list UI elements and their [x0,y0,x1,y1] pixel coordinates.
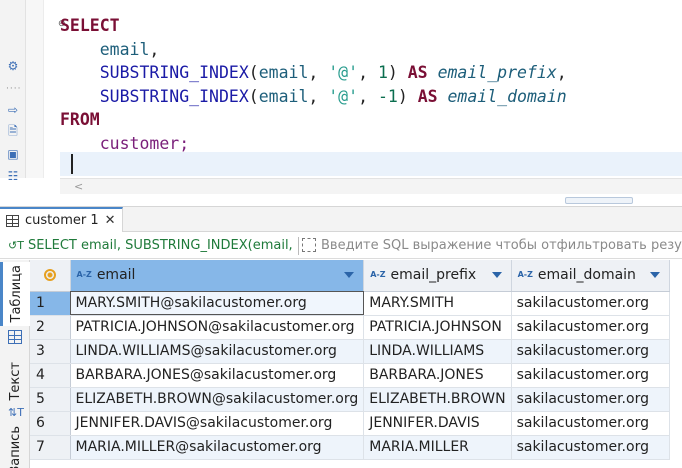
scroll-left-icon[interactable]: < [74,179,83,194]
cell-email-domain[interactable]: sakilacustomer.org [511,291,670,316]
cell-email[interactable]: MARIA.MILLER@sakilacustomer.org [70,435,365,460]
cell-email-domain[interactable]: sakilacustomer.org [511,387,670,412]
tab-customer-1[interactable]: customer 1 ✕ [0,207,123,232]
cell-email-prefix[interactable]: JENNIFER.DAVIS [363,411,512,436]
string-type-icon: A-Z [76,270,92,280]
row-number[interactable]: 2 [30,315,71,340]
filter-bar: ↺T SELECT email, SUBSTRING_INDEX(email, [0,233,682,259]
result-tab-bar: customer 1 ✕ [0,206,682,232]
view-mode-tabs: Таблица Текст ⇅T Запись [0,260,30,468]
sort-dropdown-icon[interactable] [649,272,660,278]
string-type-icon: A-Z [370,270,386,280]
table-grid-icon [6,214,19,227]
cell-email[interactable]: BARBARA.JONES@sakilacustomer.org [70,363,365,388]
table-row[interactable]: 3 LINDA.WILLIAMS@sakilacustomer.org LIND… [30,339,670,364]
cell-email[interactable]: ELIZABETH.BROWN@sakilacustomer.org [70,387,365,412]
row-number[interactable]: 7 [30,435,71,460]
column-header-email[interactable]: A-Z email [70,260,365,292]
table-row[interactable]: 7 MARIA.MILLER@sakilacustomer.org MARIA.… [30,435,670,460]
editor-toolbar: ⚙ ···· ⇨ 🗎 ▣ ☷ [0,0,26,183]
alias-email-prefix: email_prefix [437,63,557,82]
alias-email-domain: email_domain [447,86,567,106]
cell-email-prefix[interactable]: MARIA.MILLER [363,435,512,460]
table-row[interactable]: 2 PATRICIA.JOHNSON@sakilacustomer.org PA… [30,315,670,340]
cell-email-prefix[interactable]: MARY.SMITH [363,291,512,316]
cell-email[interactable]: LINDA.WILLIAMS@sakilacustomer.org [70,339,365,364]
table-row[interactable]: 4 BARBARA.JONES@sakilacustomer.org BARBA… [30,363,670,388]
current-line-highlight [60,152,682,176]
function-substring-index: SUBSTRING_INDEX [99,63,249,82]
filter-expand-icon[interactable] [302,238,316,252]
keyword-select: SELECT [60,16,120,35]
gear-icon[interactable]: ⚙ [5,58,21,74]
table-customer: customer [99,133,180,153]
cell-email-prefix[interactable]: LINDA.WILLIAMS [363,339,512,364]
structure-icon[interactable]: ☷ [5,168,21,184]
cell-email-prefix[interactable]: ELIZABETH.BROWN [363,387,512,412]
row-number[interactable]: 1 [30,291,71,316]
column-header-email-prefix[interactable]: A-Z email_prefix [363,260,512,292]
cell-email[interactable]: MARY.SMITH@sakilacustomer.org [70,291,365,316]
panel-splitter-handle[interactable] [565,197,633,204]
cell-email-domain[interactable]: sakilacustomer.org [511,363,670,388]
row-number[interactable]: 4 [30,363,71,388]
row-number[interactable]: 6 [30,411,71,436]
cell-email-domain[interactable]: sakilacustomer.org [511,315,670,340]
tab-record-view[interactable]: Запись [0,426,30,468]
query-text-label[interactable]: ↺T SELECT email, SUBSTRING_INDEX(email, [0,238,298,253]
code-text[interactable]: SELECT email, SUBSTRING_INDEX(email, '@'… [60,14,567,155]
tab-table-view[interactable]: Таблица [0,262,30,326]
text-caret [71,154,73,174]
text-view-icon[interactable]: ⇅T [8,406,24,420]
tab-label: customer 1 [25,213,99,228]
grid-corner[interactable] [30,260,71,292]
table-row[interactable]: 5 ELIZABETH.BROWN@sakilacustomer.org ELI… [30,387,670,412]
sql-query-icon: ↺T [8,239,24,252]
row-selector-icon [43,269,56,282]
table-row[interactable]: 1 MARY.SMITH@sakilacustomer.org MARY.SMI… [30,291,670,316]
row-number[interactable]: 5 [30,387,71,412]
file-icon[interactable]: 🗎 [5,124,21,140]
editor-horizontal-scrollbar[interactable]: < [60,178,682,194]
cell-email-domain[interactable]: sakilacustomer.org [511,339,670,364]
table-grid-icon[interactable] [8,330,22,344]
execute-script-icon[interactable]: ⇨ [5,102,21,118]
keyword-from: FROM [60,110,100,129]
row-number[interactable]: 3 [30,339,71,364]
sort-dropdown-icon[interactable] [491,272,502,278]
cell-email-domain[interactable]: sakilacustomer.org [511,411,670,436]
fold-column [26,0,44,178]
table-row[interactable]: 6 JENNIFER.DAVIS@sakilacustomer.org JENN… [30,411,670,436]
column-header-email-domain[interactable]: A-Z email_domain [511,260,670,292]
cell-email[interactable]: PATRICIA.JOHNSON@sakilacustomer.org [70,315,365,340]
filter-input[interactable] [299,234,682,257]
cell-email-domain[interactable]: sakilacustomer.org [511,435,670,460]
sql-editor[interactable]: ⚙ ···· ⇨ 🗎 ▣ ☷ ⊖ SELECT email, SUBSTRING… [0,0,682,198]
cell-email-prefix[interactable]: PATRICIA.JOHNSON [363,315,512,340]
sort-dropdown-icon[interactable] [344,272,355,278]
string-type-icon: A-Z [517,270,533,280]
close-icon[interactable]: ✕ [105,213,116,228]
result-grid[interactable]: A-Z email A-Z email_prefix A-Z email_domain… [30,260,682,468]
more-dots-icon: ···· [6,84,22,94]
tab-text-view[interactable]: Текст [0,354,30,408]
cell-email-prefix[interactable]: BARBARA.JONES [363,363,512,388]
export-icon[interactable]: ▣ [5,146,21,162]
cell-email[interactable]: JENNIFER.DAVIS@sakilacustomer.org [70,411,365,436]
column-email: email [99,39,150,59]
function-substring-index: SUBSTRING_INDEX [99,86,249,106]
